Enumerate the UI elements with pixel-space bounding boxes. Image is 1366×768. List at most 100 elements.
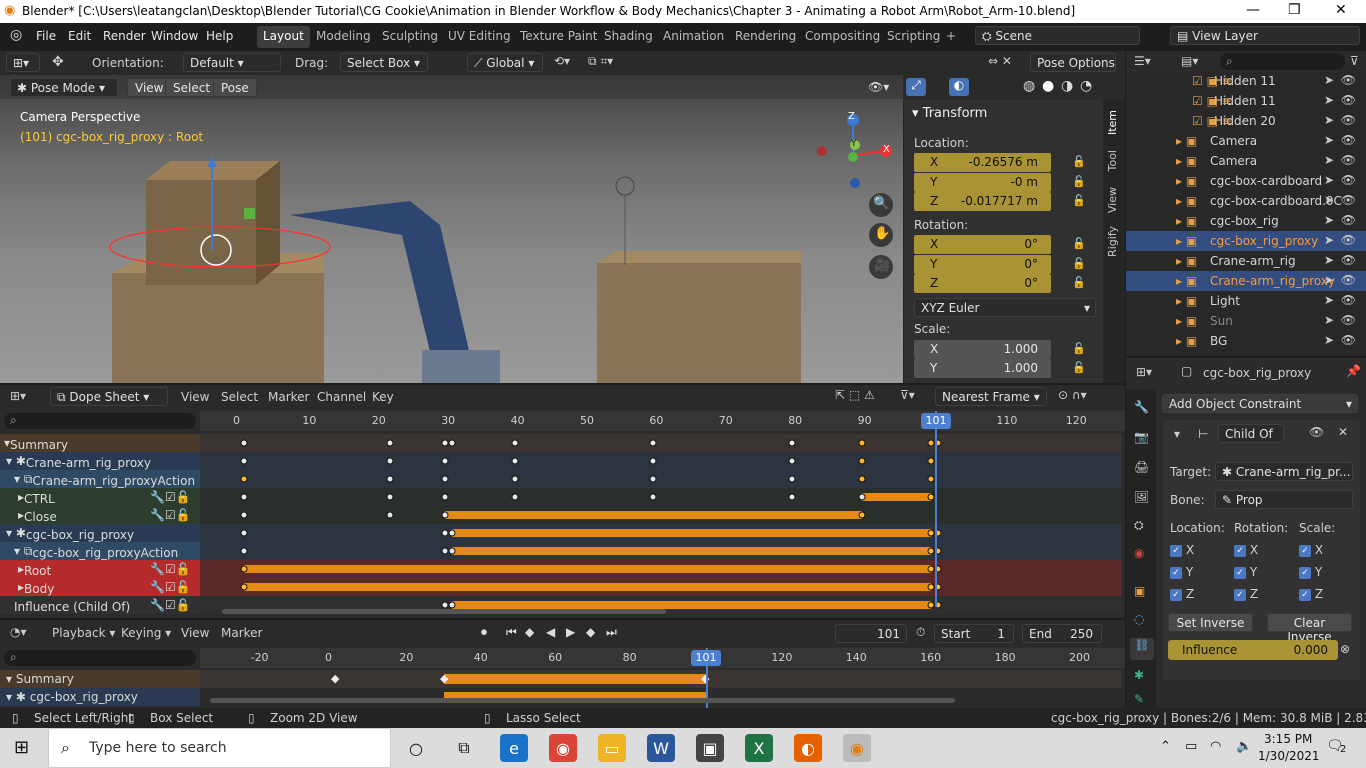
hand-icon[interactable]: ✋ [874,226,890,241]
tab-animation[interactable]: Animation [657,26,730,48]
visibility-eye-icon[interactable]: 👁 [1341,193,1356,207]
edge-icon[interactable]: e [500,734,528,762]
visibility-eye-icon[interactable]: 👁 [1341,213,1356,227]
keyframe[interactable] [240,457,248,465]
outliner-row[interactable]: Crane-arm_rig ▸ ▣ ➤ 👁 [1126,251,1366,271]
display-mode-icon[interactable]: ▤▾ [1181,54,1198,68]
shading-rendered-icon[interactable]: ◔ [1080,78,1092,94]
keyframe[interactable] [240,547,248,555]
camera-icon[interactable]: 🎥 [874,258,890,273]
keyframe[interactable] [386,511,394,519]
keyframe[interactable] [858,493,866,501]
lock-icon[interactable]: 🔓 [1072,276,1086,289]
select-arrow-icon[interactable]: ➤ [1324,173,1334,187]
keyframe[interactable] [240,529,248,537]
keyframe[interactable] [858,475,866,483]
outliner-row[interactable]: BG ▸ ▣ ➤ 👁 [1126,331,1366,351]
channel-row[interactable]: ▾ Summary [0,434,200,452]
location-x-field[interactable]: X -0.26576 m [914,153,1051,172]
scale-z-checkbox[interactable]: ✓ Z [1299,587,1323,601]
windows-start-icon[interactable]: ⊞ [14,737,29,758]
dope-select-menu[interactable]: Select [221,390,258,404]
constraints-tab-icon[interactable]: ⛓ [1130,638,1154,660]
channel-row[interactable]: Influence (Child Of) 🔧☑🔓 [0,596,200,614]
bone-tab-icon[interactable]: ✎ [1134,692,1144,706]
firefox-icon[interactable]: ◐ [794,734,822,762]
keyframe[interactable] [788,439,796,447]
output-tab-icon[interactable]: 🖨 [1134,460,1149,474]
channel-toggle-icons[interactable]: 🔧☑🔓 [150,580,191,594]
keyframe[interactable] [441,529,449,537]
channel-search-input[interactable]: ⌕ [4,413,196,429]
visibility-eye-icon[interactable]: 👁 [1341,313,1356,327]
lock-icon[interactable]: 🔓 [1072,175,1086,188]
keying-menu[interactable]: Keying ▾ [121,626,171,640]
transform-panel-title[interactable]: ▾ Transform [912,106,987,121]
add-constraint-dropdown[interactable]: Add Object Constraint ▾ [1162,394,1358,413]
keyframe[interactable] [511,493,519,501]
outliner-row[interactable]: Hidden 11 ☑ ▣ ≡ ➤ 👁 [1126,91,1366,111]
visibility-eye-icon[interactable]: 👁 [1341,133,1356,147]
keyframe[interactable] [858,439,866,447]
dope-key-menu[interactable]: Key [372,390,394,404]
keyframe[interactable] [441,547,449,555]
rotation-x-field[interactable]: X 0° [914,235,1051,254]
current-frame-field[interactable]: 101 [835,624,907,643]
loc-y-checkbox[interactable]: ✓ Y [1170,565,1193,579]
rotation-mode-dropdown[interactable]: XYZ Euler ▾ [914,298,1096,317]
keyframe[interactable] [927,475,935,483]
store-icon[interactable]: ▣ [696,734,724,762]
select-arrow-icon[interactable]: ➤ [1324,213,1334,227]
tab-item[interactable]: Item [1106,110,1119,135]
world-tab-icon[interactable]: ◉ [1134,546,1144,560]
cortana-icon[interactable]: ○ [402,734,430,762]
nav-gizmo-neg-x[interactable] [817,146,827,156]
prev-keyframe-icon[interactable]: ◆ [525,625,534,639]
set-inverse-button[interactable]: Set Inverse [1168,613,1253,632]
visibility-eye-icon[interactable]: 👁 [1341,173,1356,187]
channel-track[interactable] [200,488,1122,506]
visibility-eye-icon[interactable]: 👁 [1341,333,1356,347]
keyframe[interactable] [649,439,657,447]
properties-editor-icon[interactable]: ⊞▾ [1136,365,1152,379]
keyframe-clear-icon[interactable]: ⊗ [1340,642,1350,656]
gizmo-toggle-icon[interactable]: ⤢ [906,78,926,96]
select-arrow-icon[interactable]: ➤ [1324,113,1334,127]
channel-toggle-icons[interactable]: 🔧☑🔓 [150,490,191,504]
keyframe[interactable] [240,565,248,573]
pose-options-dropdown[interactable]: Pose Options ▾ [1030,53,1116,72]
transform-orientation-dropdown[interactable]: ⟋ Global ▾ [467,53,543,72]
outliner-row[interactable]: Hidden 11 ☑ ▣ ≡ ➤ 👁 [1126,71,1366,91]
lock-icon[interactable]: 🔓 [1072,237,1086,250]
menu-file[interactable]: File [36,29,56,43]
view-layer-selector[interactable]: ▤ View Layer [1170,26,1360,45]
clock-time[interactable]: 3:15 PM [1264,732,1312,746]
visibility-eye-icon[interactable]: 👁 [1341,233,1356,247]
keyframe[interactable] [441,511,449,519]
lock-icon[interactable]: 🔓 [1072,194,1086,207]
object-tab-icon[interactable]: ▣ [1134,584,1145,598]
channel-row[interactable]: ▾ ✱ cgc-box_rig_proxy [0,524,200,542]
jump-end-icon[interactable]: ⏭ [606,625,617,640]
keyframe[interactable] [927,583,935,591]
channel-track[interactable] [200,452,1122,470]
lock-icon[interactable]: 🔓 [1072,361,1086,374]
keyframe[interactable] [448,547,456,555]
select-arrow-icon[interactable]: ➤ [1324,253,1334,267]
keyframe[interactable] [649,493,657,501]
add-workspace-button[interactable]: + [940,26,962,48]
outliner-row[interactable]: cgc-box_rig_proxy ▸ ▣ ➤ 👁 [1126,231,1366,251]
keyframe[interactable] [386,457,394,465]
menu-edit[interactable]: Edit [68,29,91,43]
channel-toggle-icons[interactable]: 🔧☑🔓 [150,508,191,522]
channel-track[interactable] [200,560,1122,578]
dope-sheet-mode-dropdown[interactable]: ⧉ Dope Sheet ▾ [50,387,168,406]
editor-type-icon[interactable]: ⊞▾ [10,389,26,403]
keyframe[interactable] [441,475,449,483]
keyframe[interactable] [927,547,935,555]
lock-icon[interactable]: 🔓 [1072,155,1086,168]
drag-dropdown[interactable]: Select Box ▾ [340,53,428,72]
outliner-row[interactable]: Camera ▸ ▣ ➤ 👁 [1126,151,1366,171]
channel-track[interactable] [200,470,1122,488]
keyframe[interactable] [511,439,519,447]
